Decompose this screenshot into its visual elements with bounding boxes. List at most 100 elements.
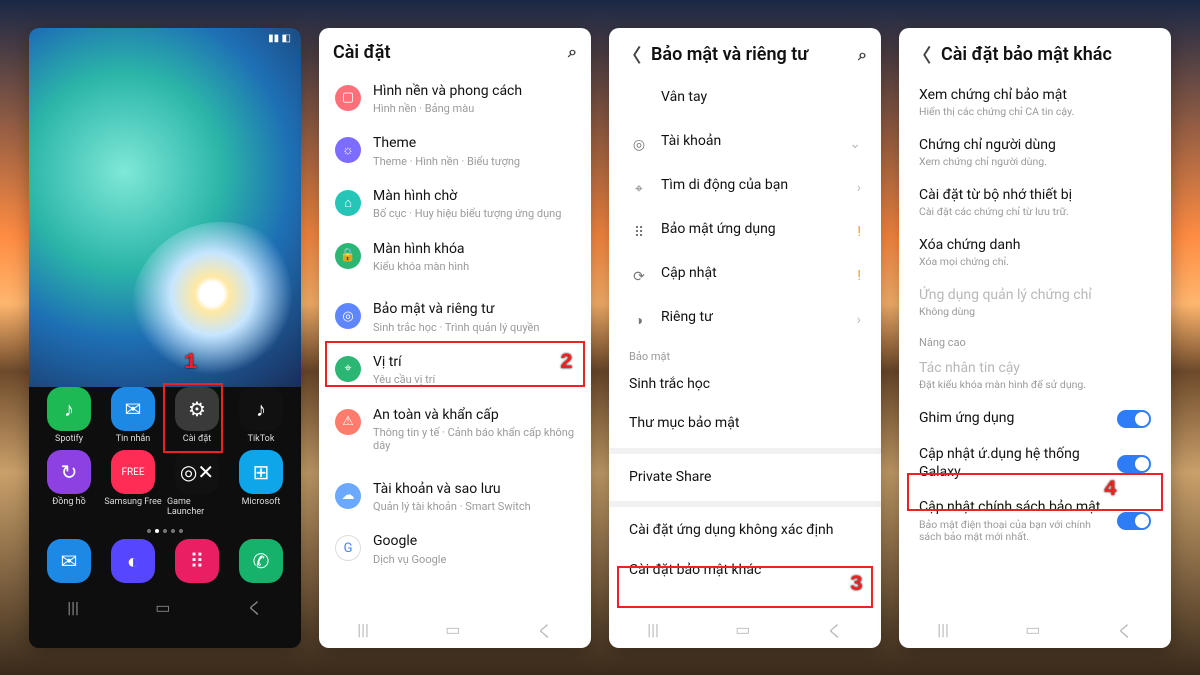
settings-row[interactable]: ☼ThemeTheme · Hình nền · Biểu tượng bbox=[325, 125, 585, 178]
app-phone[interactable]: ✆ bbox=[231, 539, 291, 583]
security-row[interactable]: Sinh trắc học bbox=[615, 365, 875, 405]
page-dots[interactable] bbox=[29, 529, 301, 533]
security-row[interactable]: Cài đặt bảo mật khác bbox=[615, 551, 875, 591]
back-icon[interactable]: 〈 bbox=[913, 42, 931, 68]
app-tin-nhắn[interactable]: ✉Tin nhắn bbox=[103, 387, 163, 444]
security-row[interactable]: ◑Riêng tư› bbox=[615, 298, 875, 342]
row-title: Bảo mật và riêng tư bbox=[373, 301, 575, 319]
app-icon: ↻ bbox=[47, 450, 91, 494]
row-title: Sinh trắc học bbox=[629, 376, 861, 394]
app-icon: ◐ bbox=[111, 539, 155, 583]
row-subtitle: Không dùng bbox=[919, 306, 1151, 319]
chevron-icon: ⌄ bbox=[849, 136, 861, 152]
settings-row[interactable]: 🔒Màn hình khóaKiểu khóa màn hình bbox=[325, 231, 585, 284]
row-title: Hình nền và phong cách bbox=[373, 83, 575, 101]
app-microsoft[interactable]: ⊞Microsoft bbox=[231, 450, 291, 517]
app-đồng-hồ[interactable]: ↻Đồng hồ bbox=[39, 450, 99, 517]
other-security-row[interactable]: Xóa chứng danhXóa mọi chứng chỉ. bbox=[905, 228, 1165, 278]
app-messages[interactable]: ✉ bbox=[39, 539, 99, 583]
recents-button[interactable]: ||| bbox=[67, 598, 79, 617]
row-title: Tài khoản và sao lưu bbox=[373, 481, 575, 499]
row-icon: ☁ bbox=[335, 483, 361, 509]
app-internet[interactable]: ◐ bbox=[103, 539, 163, 583]
row-title: Ứng dụng quản lý chứng chỉ bbox=[919, 287, 1151, 305]
other-security-row[interactable]: Ghim ứng dụng bbox=[905, 401, 1165, 437]
back-icon[interactable]: 〈 bbox=[623, 42, 641, 68]
toggle-switch[interactable] bbox=[1117, 512, 1151, 530]
row-subtitle: Kiểu khóa màn hình bbox=[373, 260, 575, 273]
nav-bar[interactable]: |||▭く bbox=[319, 612, 591, 648]
row-subtitle: Hiển thị các chứng chỉ CA tin cậy. bbox=[919, 106, 1151, 119]
security-row[interactable]: ◎Tài khoản⌄ bbox=[615, 122, 875, 166]
wallpaper: ▮▮ ◧ bbox=[29, 28, 301, 388]
row-title: Chứng chỉ người dùng bbox=[919, 137, 1151, 155]
app-game-launcher[interactable]: ◎✕ Game Launcher bbox=[167, 450, 227, 517]
row-icon: ⌖ bbox=[335, 356, 361, 382]
row-title: Tài khoản bbox=[661, 133, 837, 151]
toggle-switch[interactable] bbox=[1117, 410, 1151, 428]
app-label: Microsoft bbox=[242, 497, 281, 507]
row-title: Cài đặt bảo mật khác bbox=[629, 562, 861, 580]
row-icon: ▢ bbox=[335, 85, 361, 111]
app-label: Game Launcher bbox=[167, 497, 227, 517]
panel-4-other-security: 〈 Cài đặt bảo mật khác Xem chứng chỉ bảo… bbox=[899, 28, 1171, 648]
search-icon[interactable]: ⌕ bbox=[858, 45, 867, 65]
settings-row[interactable]: ⌖Vị tríYêu cầu vị trí bbox=[325, 344, 585, 397]
other-security-row[interactable]: Chứng chỉ người dùngXem chứng chỉ người … bbox=[905, 128, 1165, 178]
security-row[interactable]: Vân tay bbox=[615, 78, 875, 122]
security-row[interactable]: Private Share bbox=[615, 458, 875, 498]
security-row[interactable]: Cài đặt ứng dụng không xác định bbox=[615, 511, 875, 551]
row-title: Cập nhật bbox=[661, 265, 845, 283]
other-security-row[interactable]: Cập nhật ứ.dụng hệ thống Galaxy bbox=[905, 437, 1165, 490]
app-spotify[interactable]: ♪Spotify bbox=[39, 387, 99, 444]
row-title: Bảo mật ứng dụng bbox=[661, 221, 845, 239]
row-title: Ghim ứng dụng bbox=[919, 410, 1105, 428]
row-icon: ◑ bbox=[629, 311, 649, 331]
app-icon: ✆ bbox=[239, 539, 283, 583]
header: Cài đặt ⌕ bbox=[319, 28, 591, 73]
security-row[interactable]: ⌖Tìm di động của bạn› bbox=[615, 166, 875, 210]
page-title: Bảo mật và riêng tư bbox=[651, 44, 808, 65]
app-label: Samsung Free bbox=[104, 497, 161, 507]
row-subtitle: Yêu cầu vị trí bbox=[373, 373, 575, 386]
other-security-row[interactable]: Cài đặt từ bộ nhớ thiết bịCài đặt các ch… bbox=[905, 178, 1165, 228]
settings-row[interactable]: ⚠An toàn và khẩn cấpThông tin y tế · Cản… bbox=[325, 397, 585, 463]
app-icon: ◎✕ bbox=[175, 450, 219, 494]
row-icon: 🔒 bbox=[335, 243, 361, 269]
app-samsung-free[interactable]: FREESamsung Free bbox=[103, 450, 163, 517]
row-subtitle: Cài đặt các chứng chỉ từ lưu trữ. bbox=[919, 206, 1151, 219]
settings-row[interactable]: ☁Tài khoản và sao lưuQuản lý tài khoản ·… bbox=[325, 471, 585, 524]
other-security-row[interactable]: Cập nhật chính sách bảo mậtBảo mật điện … bbox=[905, 490, 1165, 553]
row-title: Cập nhật chính sách bảo mật bbox=[919, 499, 1105, 517]
app-icon: ♪ bbox=[47, 387, 91, 431]
other-security-row: Tác nhân tin cậyĐặt kiểu khóa màn hình đ… bbox=[905, 351, 1165, 401]
section-header: Bảo mật bbox=[615, 342, 875, 365]
section-header: Nâng cao bbox=[905, 328, 1165, 351]
toggle-switch[interactable] bbox=[1117, 455, 1151, 473]
home-button[interactable]: ▭ bbox=[155, 598, 170, 617]
security-row[interactable]: ⠿Bảo mật ứng dụng! bbox=[615, 210, 875, 254]
settings-row[interactable]: ◎Bảo mật và riêng tưSinh trắc học · Trìn… bbox=[325, 291, 585, 344]
row-subtitle: Thông tin y tế · Cảnh báo khẩn cấp không… bbox=[373, 426, 575, 452]
step-3-label: 3 bbox=[850, 572, 863, 597]
row-title: Vân tay bbox=[661, 89, 861, 107]
row-icon: ⟳ bbox=[629, 267, 649, 287]
app-apps[interactable]: ⠿ bbox=[167, 539, 227, 583]
security-row[interactable]: ⟳Cập nhật! bbox=[615, 254, 875, 298]
settings-row[interactable]: GGoogleDịch vụ Google bbox=[325, 523, 585, 576]
other-security-row: Ứng dụng quản lý chứng chỉKhông dùng bbox=[905, 278, 1165, 328]
search-icon[interactable]: ⌕ bbox=[568, 42, 577, 62]
row-title: Google bbox=[373, 533, 575, 551]
panel-3-security: 〈 Bảo mật và riêng tư ⌕ Vân tay◎Tài khoả… bbox=[609, 28, 881, 648]
nav-bar[interactable]: |||▭く bbox=[899, 612, 1171, 648]
other-security-row[interactable]: Xem chứng chỉ bảo mậtHiển thị các chứng … bbox=[905, 78, 1165, 128]
security-row[interactable]: Thư mục bảo mật bbox=[615, 404, 875, 444]
back-button[interactable]: く bbox=[247, 595, 263, 619]
nav-bar[interactable]: ||| ▭ く bbox=[29, 589, 301, 625]
settings-row[interactable]: ⌂Màn hình chờBố cục · Huy hiệu biểu tượn… bbox=[325, 178, 585, 231]
nav-bar[interactable]: |||▭く bbox=[609, 612, 881, 648]
row-subtitle: Sinh trắc học · Trình quản lý quyền bbox=[373, 321, 575, 334]
settings-row[interactable]: ▢Hình nền và phong cáchHình nền · Bảng m… bbox=[325, 73, 585, 126]
row-subtitle: Đặt kiểu khóa màn hình để sử dụng. bbox=[919, 379, 1151, 392]
row-title: Riêng tư bbox=[661, 309, 845, 327]
